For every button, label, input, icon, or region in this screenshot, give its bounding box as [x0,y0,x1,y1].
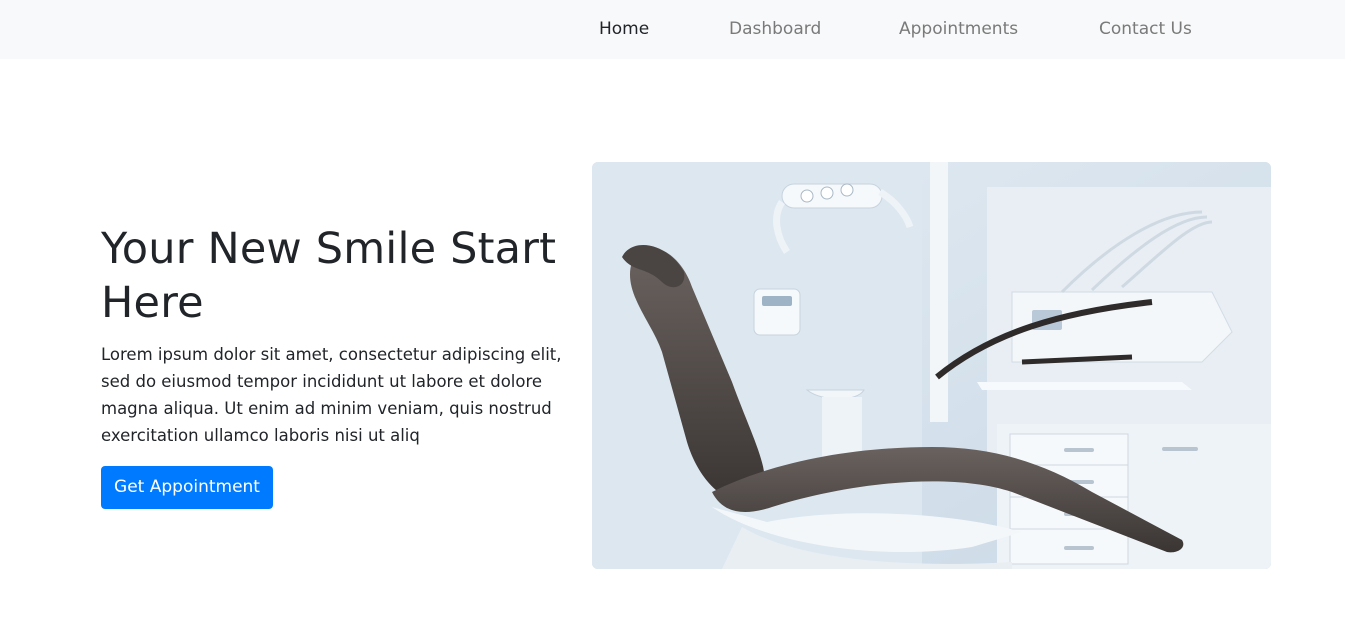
hero-description: Lorem ipsum dolor sit amet, consectetur … [101,345,562,445]
nav-link-contact-us[interactable]: Contact Us [1099,17,1192,41]
nav-link-appointments[interactable]: Appointments [899,17,1018,41]
get-appointment-button[interactable]: Get Appointment [101,466,273,509]
dental-chair-image [592,162,1271,569]
nav-link-dashboard[interactable]: Dashboard [729,17,821,41]
nav-link-home[interactable]: Home [599,17,649,41]
hero-title: Your New Smile Start Here [101,224,557,328]
top-navbar: Home Dashboard Appointments Contact Us [0,0,1345,59]
